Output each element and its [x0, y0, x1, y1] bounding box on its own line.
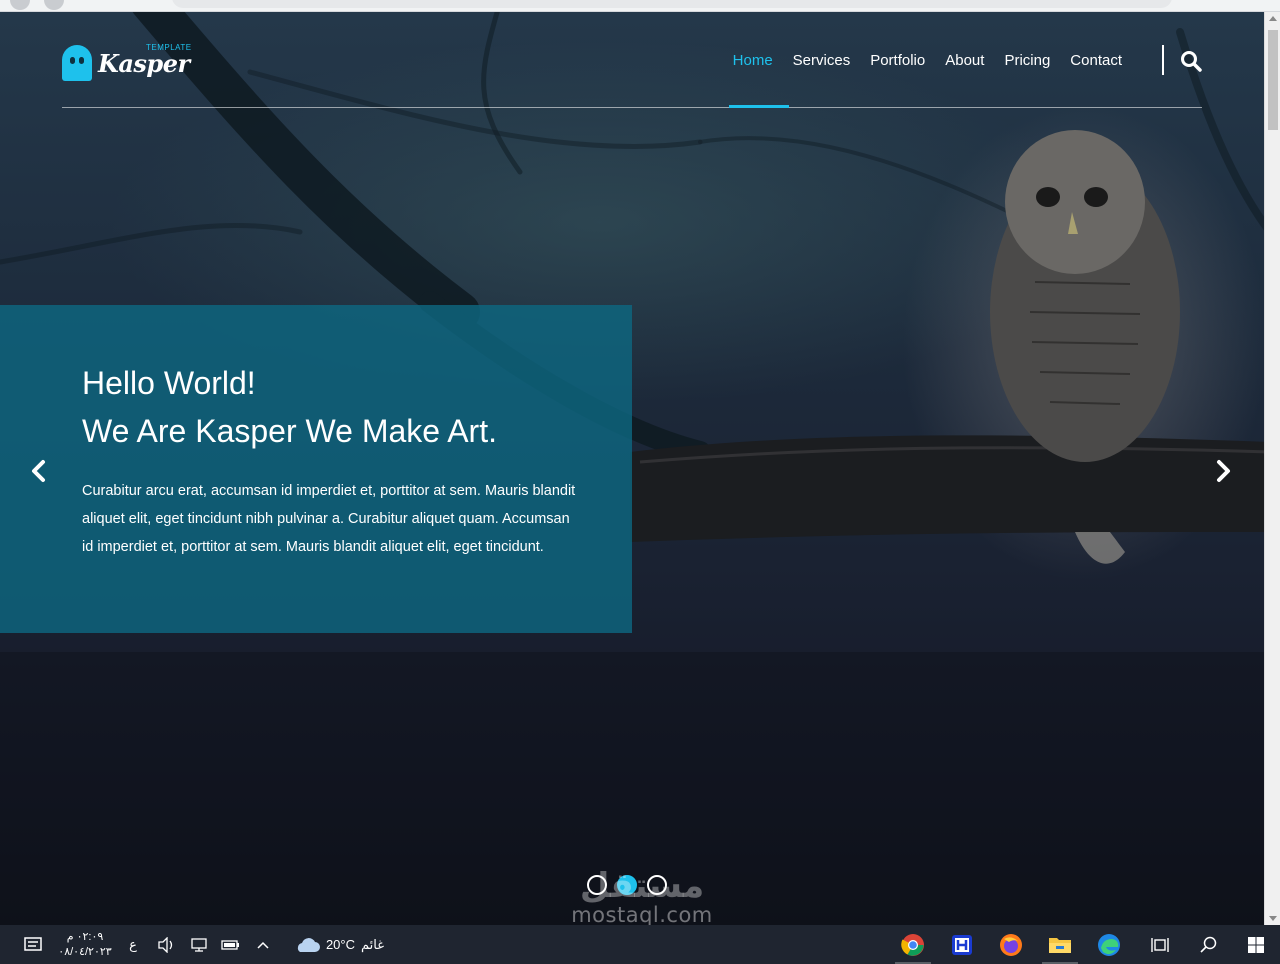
nav-portfolio[interactable]: Portfolio — [870, 50, 925, 72]
nav-services[interactable]: Services — [793, 50, 851, 72]
browser-tab-control[interactable] — [10, 0, 30, 10]
logo-subtext: TEMPLATE — [145, 42, 192, 52]
chevron-up-icon — [257, 941, 269, 949]
hero-section: Kasper TEMPLATE Home Services Portfolio … — [0, 12, 1264, 925]
page-scrollbar[interactable] — [1264, 12, 1280, 925]
scroll-down-arrow-icon[interactable] — [1269, 916, 1277, 921]
network-button[interactable] — [188, 925, 210, 964]
battery-button[interactable] — [220, 925, 242, 964]
taskbar-search[interactable] — [1186, 925, 1230, 964]
system-clock[interactable]: ٠٢:٠٩ م ٠٨/٠٤/٢٠٢٣ — [52, 925, 118, 964]
slider-dots — [587, 875, 667, 895]
scroll-up-arrow-icon[interactable] — [1269, 16, 1277, 21]
chrome-icon — [901, 933, 924, 956]
file-explorer-icon — [1049, 937, 1071, 953]
logo-text: Kasper — [98, 48, 190, 78]
windows-start-icon — [1248, 936, 1264, 953]
slider-next-button[interactable] — [1214, 458, 1234, 484]
language-indicator[interactable]: ع — [124, 925, 142, 964]
ghost-logo-icon — [62, 45, 92, 81]
clock-date: ٠٨/٠٤/٢٠٢٣ — [58, 945, 112, 958]
firefox-icon — [1000, 933, 1022, 956]
taskbar-task-view[interactable] — [1138, 925, 1182, 964]
battery-icon — [221, 939, 239, 950]
nav-underline — [62, 107, 1202, 108]
nav-active-indicator — [729, 105, 789, 108]
taskbar-firefox[interactable] — [989, 925, 1033, 964]
scroll-thumb[interactable] — [1268, 30, 1278, 130]
site-logo[interactable]: Kasper TEMPLATE — [62, 38, 192, 88]
search-icon — [1200, 936, 1217, 953]
slider-dot-3[interactable] — [647, 875, 667, 895]
chevron-left-icon — [32, 460, 45, 482]
notification-center-icon — [24, 936, 42, 951]
taskbar-chrome[interactable] — [891, 925, 935, 964]
nav-contact[interactable]: Contact — [1070, 50, 1122, 72]
clock-time: ٠٢:٠٩ م — [66, 930, 104, 943]
cloud-icon — [297, 937, 320, 952]
slider-dot-2[interactable] — [617, 875, 637, 895]
search-button[interactable] — [1180, 50, 1202, 72]
task-view-icon — [1151, 937, 1169, 952]
hero-title-line2: We Are Kasper We Make Art. — [82, 413, 497, 449]
edge-icon — [1098, 933, 1120, 956]
hero-paragraph: Curabitur arcu erat, accumsan id imperdi… — [82, 483, 576, 555]
start-button[interactable] — [1234, 925, 1278, 964]
taskbar-h-app[interactable] — [940, 925, 984, 964]
address-bar[interactable] — [172, 0, 1172, 8]
browser-top-bar — [0, 0, 1280, 12]
slider-dot-1[interactable] — [587, 875, 607, 895]
browser-tab-control[interactable] — [44, 0, 64, 10]
weather-text: غائم — [361, 936, 385, 952]
hero-title-line1: Hello World! — [82, 365, 256, 401]
chevron-right-icon — [1217, 460, 1230, 482]
show-hidden-icons-button[interactable] — [252, 925, 274, 964]
windows-taskbar: ٠٢:٠٩ م ٠٨/٠٤/٢٠٢٣ ع 20°C غائم — [0, 925, 1280, 964]
slider-prev-button[interactable] — [28, 458, 48, 484]
search-icon — [1181, 51, 1202, 72]
nav-divider — [1162, 45, 1164, 75]
taskbar-edge[interactable] — [1087, 925, 1131, 964]
volume-button[interactable] — [155, 925, 177, 964]
network-icon — [191, 937, 207, 952]
speaker-icon — [158, 936, 173, 953]
nav-home[interactable]: Home — [733, 50, 773, 72]
nav-pricing[interactable]: Pricing — [1004, 50, 1050, 72]
main-nav: Home Services Portfolio About Pricing Co… — [733, 50, 1122, 72]
nav-about[interactable]: About — [945, 50, 984, 72]
hero-text-box: Hello World! We Are Kasper We Make Art. … — [0, 305, 632, 633]
h-app-icon — [952, 934, 972, 955]
taskbar-file-explorer[interactable] — [1038, 925, 1082, 964]
weather-temperature: 20°C — [325, 937, 355, 952]
weather-widget[interactable]: 20°C غائم — [288, 925, 390, 964]
notifications-button[interactable] — [18, 925, 48, 964]
